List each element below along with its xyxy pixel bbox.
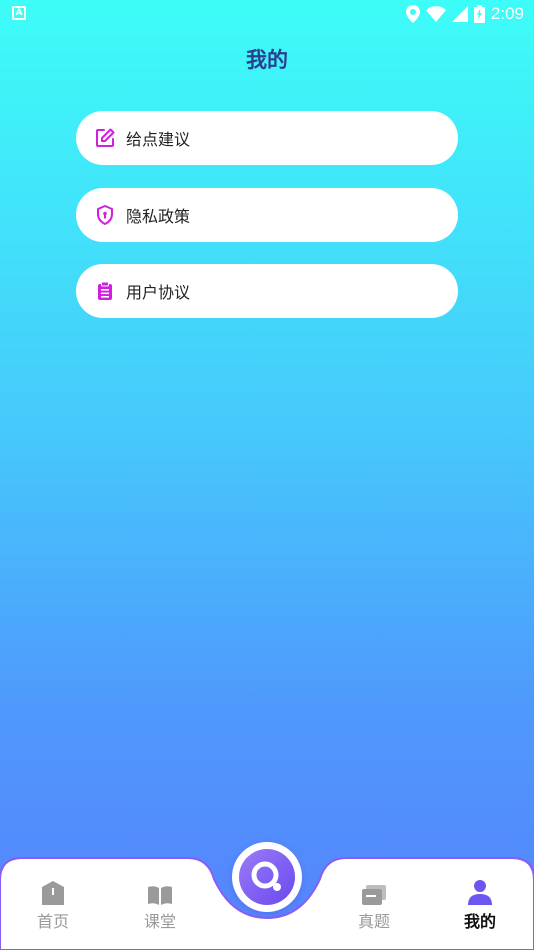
battery-icon <box>473 5 485 23</box>
book-icon <box>120 877 200 905</box>
cell-signal-icon <box>451 6 468 22</box>
tab-label: 真题 <box>357 912 390 931</box>
menu-item-privacy-policy[interactable]: 隐私政策 <box>76 188 458 242</box>
status-bar: A 2:09 <box>0 0 534 28</box>
wifi-icon <box>425 6 446 22</box>
tab-label: 首页 <box>36 912 69 931</box>
edit-icon <box>94 127 116 149</box>
search-icon <box>239 849 295 905</box>
tab-label: 课堂 <box>143 912 176 931</box>
location-icon <box>405 5 420 23</box>
tab-classroom[interactable]: 课堂 <box>120 877 200 932</box>
center-search-button[interactable] <box>232 842 302 912</box>
menu-item-user-agreement[interactable]: 用户协议 <box>76 264 458 318</box>
menu-item-feedback[interactable]: 给点建议 <box>76 111 458 165</box>
cards-icon <box>334 877 414 905</box>
menu-item-label: 隐私政策 <box>126 207 191 226</box>
shield-icon <box>94 204 116 226</box>
menu-item-label: 用户协议 <box>126 283 191 302</box>
tab-home[interactable]: 首页 <box>13 877 93 932</box>
tab-label: 我的 <box>463 912 496 931</box>
status-time: 2:09 <box>490 4 524 23</box>
home-icon <box>13 877 93 905</box>
status-icons: 2:09 <box>405 3 524 25</box>
clipboard-icon <box>94 280 116 302</box>
menu-item-label: 给点建议 <box>126 130 191 149</box>
bottom-nav: 首页 课堂 真题 我的 <box>0 842 534 950</box>
tab-mine[interactable]: 我的 <box>440 877 520 932</box>
page-title: 我的 <box>246 48 288 72</box>
user-icon <box>440 877 520 905</box>
tab-exams[interactable]: 真题 <box>334 877 414 932</box>
app-notification-icon: A <box>12 6 26 20</box>
